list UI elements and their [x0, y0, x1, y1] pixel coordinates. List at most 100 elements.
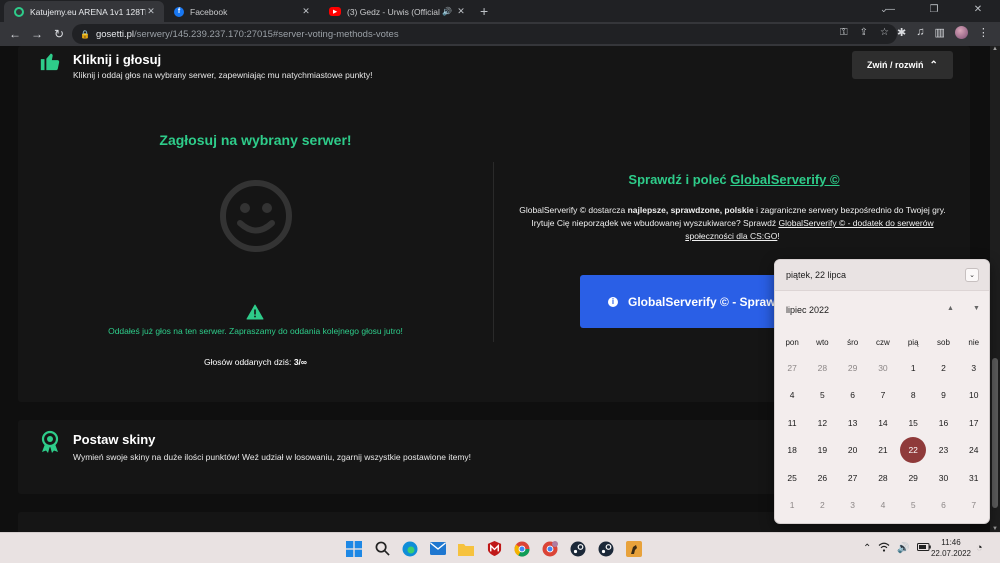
forward-icon[interactable]: →	[26, 27, 48, 41]
vote-heading: Zagłosuj na wybrany serwer!	[159, 132, 352, 148]
volume-icon[interactable]: 🔊	[897, 543, 909, 554]
taskbar-clock[interactable]: 11:46 22.07.2022	[928, 537, 974, 559]
weekday-label: nie	[968, 338, 980, 347]
calendar-day[interactable]: 3	[959, 357, 989, 379]
calendar-day[interactable]: 27	[777, 357, 807, 379]
calendar-day[interactable]: 9	[928, 384, 958, 406]
address-bar[interactable]: 🔒 gosetti.pl /serwery/145.239.237.170:27…	[72, 24, 897, 44]
wifi-icon[interactable]	[878, 542, 890, 555]
calendar-day[interactable]: 8	[898, 384, 928, 406]
calendar-day[interactable]: 25	[777, 467, 807, 489]
share-icon[interactable]: ⇪	[860, 27, 868, 38]
close-icon[interactable]: ✕	[146, 6, 156, 17]
new-tab-button[interactable]: +	[480, 3, 488, 19]
sidebar-icon[interactable]: ▥	[934, 26, 944, 39]
close-icon[interactable]: ✕	[456, 6, 466, 17]
calendar-day[interactable]: 28	[868, 467, 898, 489]
calendar-day[interactable]: 13	[838, 412, 868, 434]
calendar-day[interactable]: 10	[959, 384, 989, 406]
media-control-icon[interactable]: ♫	[916, 26, 924, 39]
search-icon[interactable]	[373, 540, 391, 558]
calendar-day[interactable]: 16	[928, 412, 958, 434]
calendar-day[interactable]: 5	[807, 384, 837, 406]
mail-icon[interactable]	[429, 540, 447, 558]
calendar-day[interactable]: 7	[959, 494, 989, 516]
avatar[interactable]	[954, 26, 968, 39]
gs-title-link[interactable]: GlobalServerify ©	[730, 172, 839, 187]
close-window-button[interactable]: ✕	[956, 0, 1000, 22]
calendar-day[interactable]: 19	[807, 439, 837, 461]
calendar-day[interactable]: 29	[898, 467, 928, 489]
calendar-day[interactable]: 26	[807, 467, 837, 489]
scroll-up-icon[interactable]: ▲	[990, 46, 1000, 52]
calendar-day[interactable]: 11	[777, 412, 807, 434]
calendar-day[interactable]: 6	[928, 494, 958, 516]
calendar-day[interactable]: 14	[868, 412, 898, 434]
scrollbar-thumb[interactable]	[992, 358, 998, 508]
reload-icon[interactable]: ↻	[48, 27, 70, 41]
calendar-day[interactable]: 1	[898, 357, 928, 379]
calendar-week: 25 26 27 28 29 30 31	[777, 464, 989, 492]
extensions-icon[interactable]: ✱	[897, 26, 906, 39]
column-divider	[493, 162, 494, 342]
collapse-toggle-button[interactable]: Zwiń / rozwiń ⌃	[852, 51, 953, 79]
windows-start-icon[interactable]	[345, 540, 363, 558]
back-icon[interactable]: ←	[4, 27, 26, 41]
steam-icon[interactable]	[597, 540, 615, 558]
calendar-day[interactable]: 24	[959, 439, 989, 461]
restore-button[interactable]: ❐	[912, 0, 956, 22]
tab-facebook[interactable]: f Facebook ✕	[164, 1, 319, 22]
calendar-day-today[interactable]: 22	[898, 437, 928, 464]
key-icon[interactable]: ⚿	[840, 27, 848, 38]
calendar-day[interactable]: 2	[807, 494, 837, 516]
tab-katujemy[interactable]: Katujemy.eu ARENA 1v1 128TR l ✕	[4, 1, 164, 22]
calendar-day[interactable]: 15	[898, 412, 928, 434]
tab-youtube[interactable]: ▶ (3) Gedz - Urwis (Official Vid 🔊 ✕	[319, 1, 474, 22]
calendar-day[interactable]: 18	[777, 439, 807, 461]
calendar-day[interactable]: 21	[868, 439, 898, 461]
section-title: Kliknij i głosuj	[73, 52, 162, 67]
chevron-down-icon[interactable]: ⌄	[965, 268, 979, 282]
close-icon[interactable]: ✕	[301, 6, 311, 17]
calendar-day[interactable]: 23	[928, 439, 958, 461]
speaker-icon[interactable]: 🔊	[442, 7, 452, 16]
notification-icon[interactable]: ◔	[976, 542, 983, 554]
gs-button-label: GlobalServerify © - Sprawdź	[628, 294, 789, 309]
calendar-day[interactable]: 27	[838, 467, 868, 489]
lock-icon[interactable]: 🔒	[80, 30, 90, 39]
calendar-day[interactable]: 4	[868, 494, 898, 516]
calendar-day[interactable]: 1	[777, 494, 807, 516]
calendar-day[interactable]: 2	[928, 357, 958, 379]
mcafee-icon[interactable]	[485, 540, 503, 558]
calendar-day[interactable]: 17	[959, 412, 989, 434]
calendar-day[interactable]: 20	[838, 439, 868, 461]
steam-icon[interactable]	[569, 540, 587, 558]
calendar-day[interactable]: 12	[807, 412, 837, 434]
next-month-icon[interactable]: ▼	[973, 305, 980, 312]
csgo-icon[interactable]	[625, 540, 643, 558]
calendar-day[interactable]: 5	[898, 494, 928, 516]
chrome-icon[interactable]	[513, 540, 531, 558]
chrome-profile-icon[interactable]	[541, 540, 559, 558]
page-scrollbar[interactable]: ▲ ▼	[990, 46, 1000, 532]
file-explorer-icon[interactable]	[457, 540, 475, 558]
calendar-day[interactable]: 28	[807, 357, 837, 379]
previous-month-icon[interactable]: ▲	[947, 305, 954, 312]
menu-icon[interactable]: ⋮	[978, 26, 989, 39]
calendar-day[interactable]: 31	[959, 467, 989, 489]
calendar-day[interactable]: 29	[838, 357, 868, 379]
weekday-label: sob	[937, 338, 950, 347]
calendar-day[interactable]: 7	[868, 384, 898, 406]
minimize-button[interactable]: —	[868, 0, 912, 22]
star-icon[interactable]: ☆	[880, 27, 889, 38]
calendar-day[interactable]: 30	[868, 357, 898, 379]
chevron-up-icon[interactable]: ⌃	[863, 543, 871, 554]
calendar-day[interactable]: 3	[838, 494, 868, 516]
collapse-label: Zwiń / rozwiń	[867, 60, 924, 70]
calendar-day[interactable]: 6	[838, 384, 868, 406]
calendar-day[interactable]: 4	[777, 384, 807, 406]
calendar-month-label[interactable]: lipiec 2022	[786, 305, 829, 315]
calendar-day[interactable]: 30	[928, 467, 958, 489]
edge-icon[interactable]	[401, 540, 419, 558]
calendar-week: 27 28 29 30 1 2 3	[777, 354, 989, 382]
